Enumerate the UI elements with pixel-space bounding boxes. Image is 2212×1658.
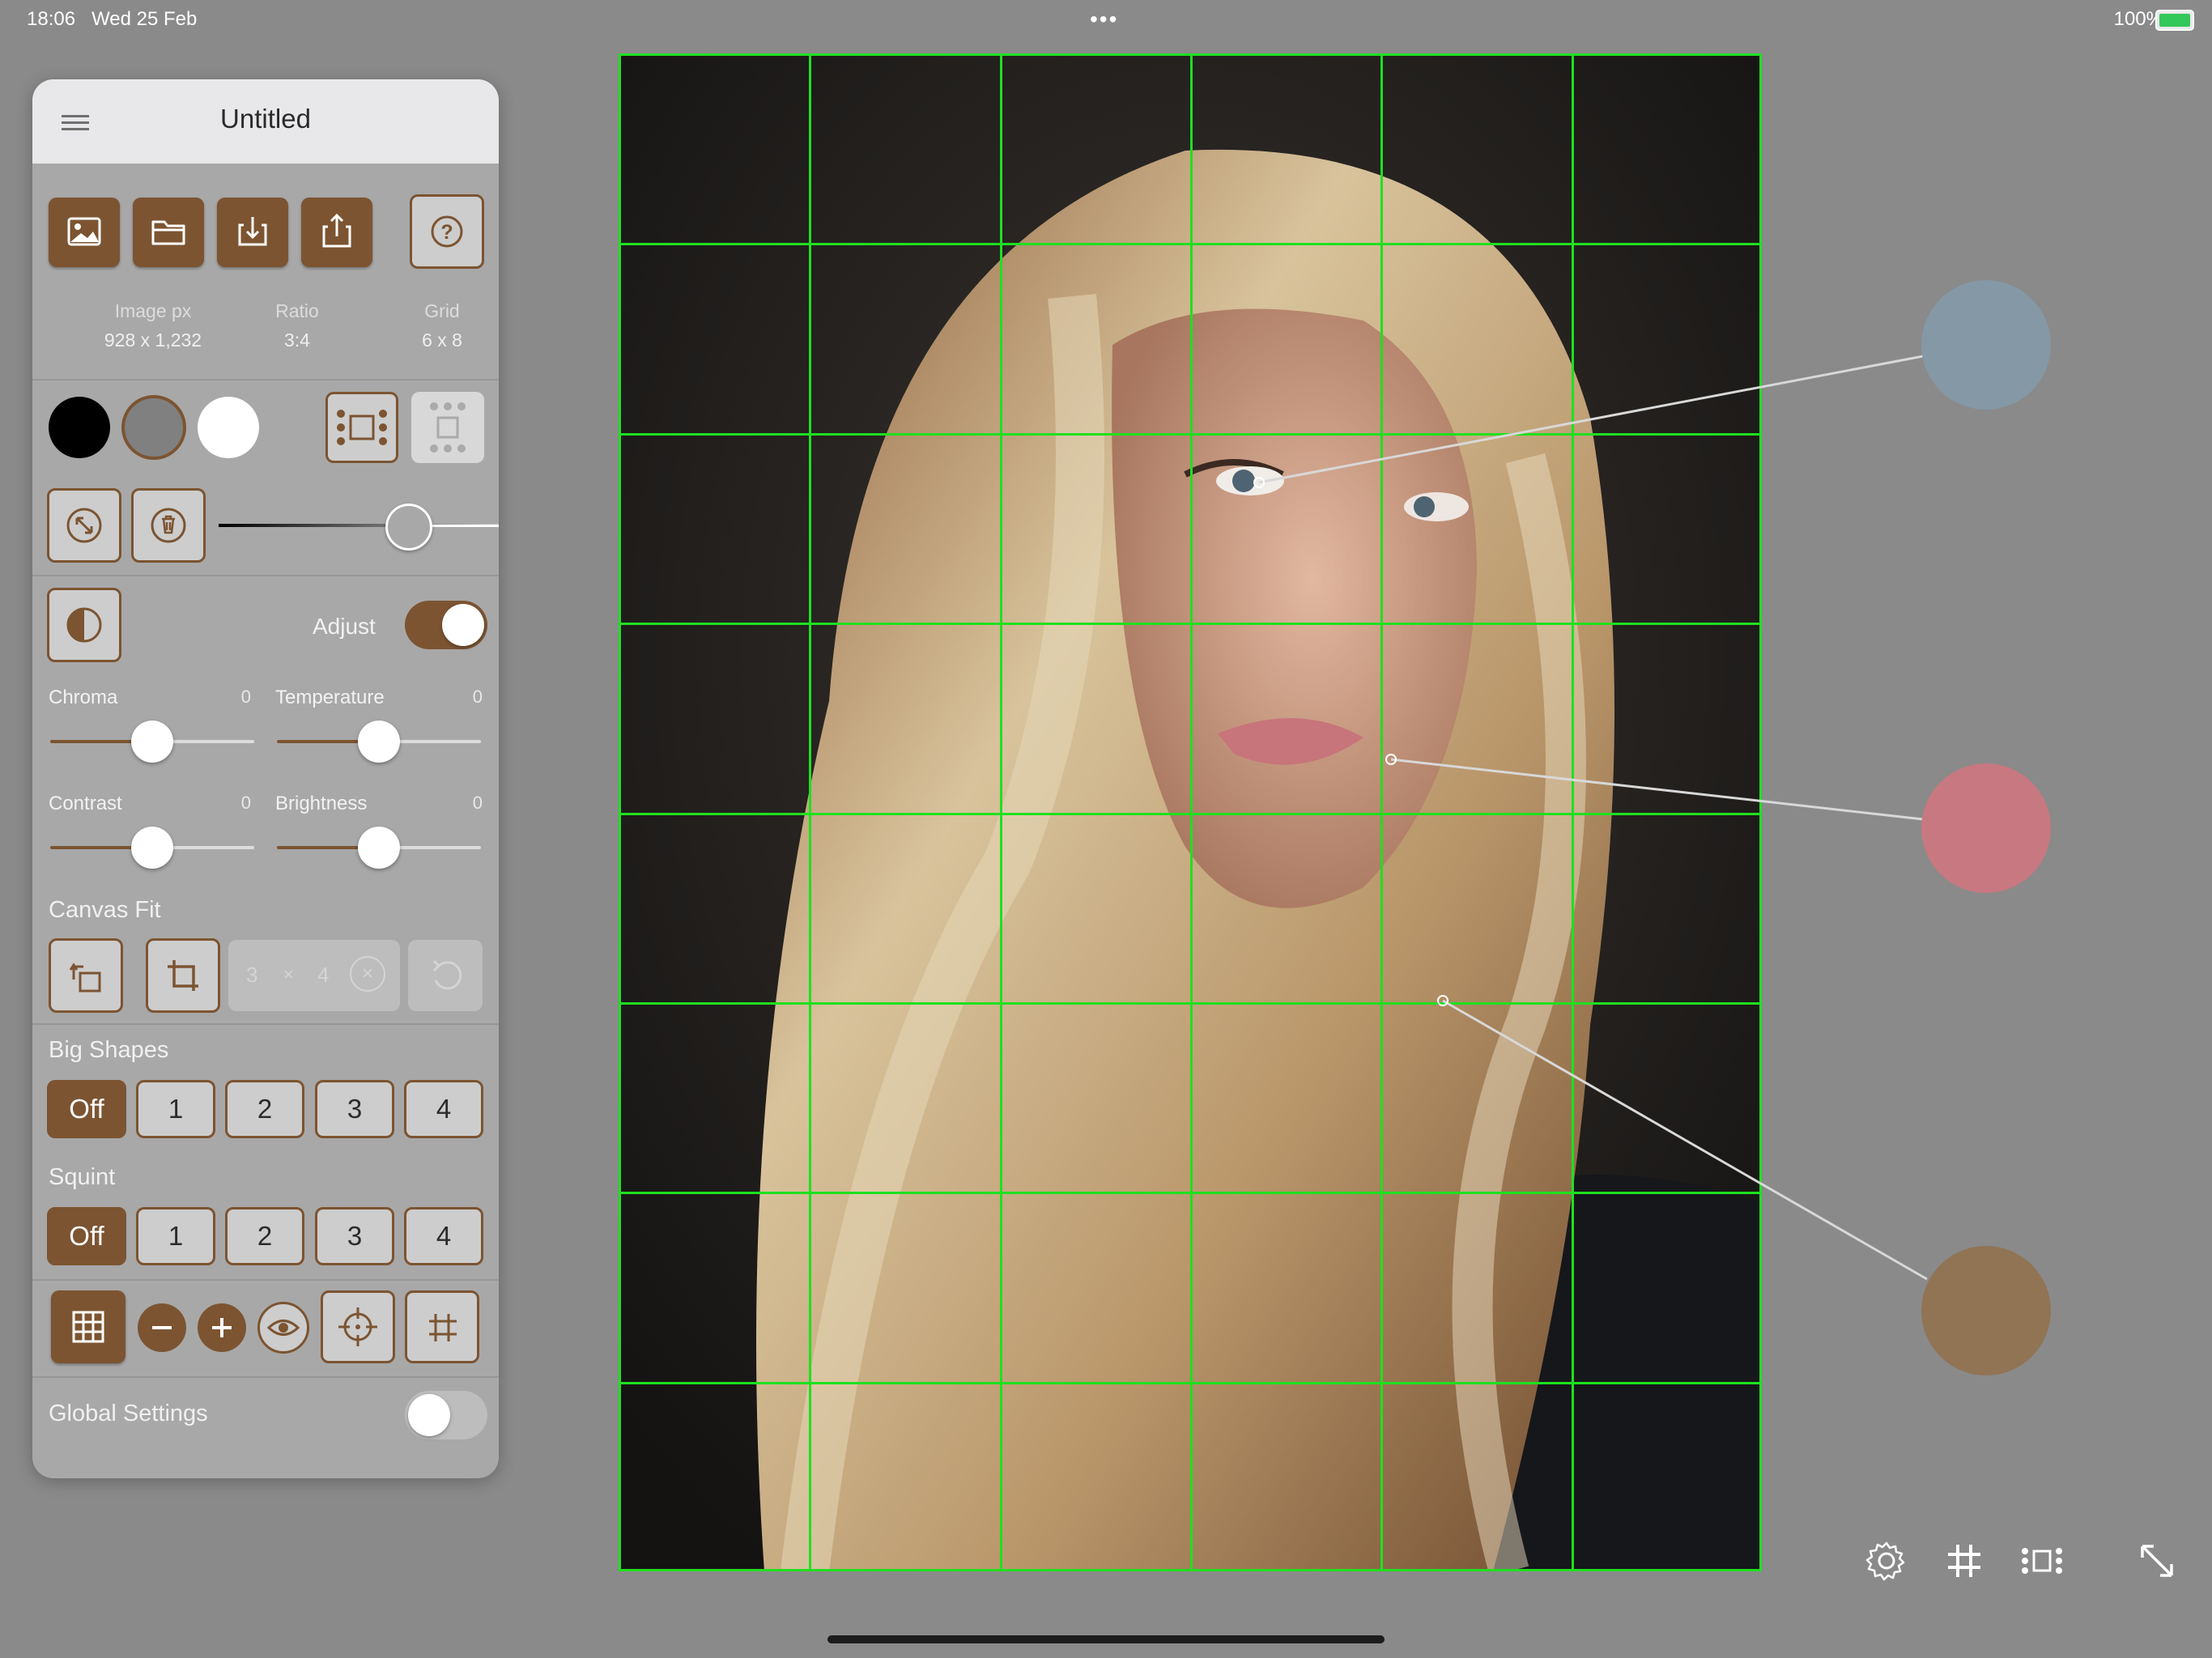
home-indicator[interactable] [827, 1635, 1385, 1643]
settings-button[interactable] [1864, 1538, 1909, 1584]
expand-arrows-icon [2141, 1545, 2173, 1577]
frame-toggle-button[interactable] [2019, 1538, 2065, 1584]
grid-toggle-button[interactable] [1942, 1538, 1987, 1584]
hashtag-icon [1948, 1545, 1980, 1577]
picked-color-3[interactable] [1921, 1246, 2051, 1375]
picked-color-2[interactable] [1921, 763, 2051, 893]
picker-lines [1253, 355, 1928, 1281]
frame-dots-icon [2022, 1548, 2062, 1574]
fullscreen-button[interactable] [2134, 1538, 2180, 1584]
gear-icon [1865, 1541, 1905, 1581]
picked-color-1[interactable] [1921, 280, 2051, 410]
